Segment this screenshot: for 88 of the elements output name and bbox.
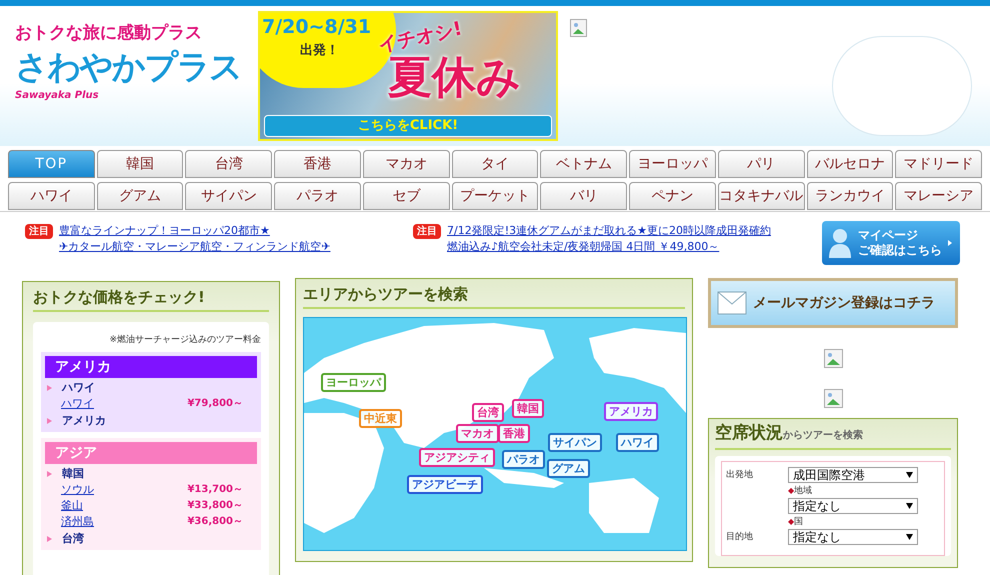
person-icon bbox=[828, 227, 852, 259]
area-label-button[interactable]: アジアシティ bbox=[419, 448, 495, 467]
price-text: ¥79,800～ bbox=[187, 396, 243, 410]
region-select[interactable]: 指定なし bbox=[788, 498, 918, 514]
area-label-button[interactable]: サイパン bbox=[548, 433, 602, 452]
note-text: ※燃油サーチャージ込みのツアー料金 bbox=[108, 334, 261, 347]
panel-subtitle: からツアーを検索 bbox=[783, 428, 863, 443]
country-name: 韓国 bbox=[62, 466, 84, 480]
notice-badge: 注目 bbox=[25, 224, 53, 239]
nav-tab[interactable]: サイパン bbox=[185, 182, 272, 210]
price-text: ¥13,700～ bbox=[187, 482, 243, 496]
broken-image-icon bbox=[824, 389, 842, 408]
notice-link[interactable]: 燃油込み♪航空会社未定/夜発朝帰国 4日間 ￥49,800～ bbox=[447, 239, 771, 255]
field-label: 出発地 bbox=[726, 470, 754, 480]
panel-title: エリアからツアーを検索 bbox=[303, 281, 685, 309]
nav-tab[interactable]: マカオ bbox=[362, 150, 450, 178]
area-label-button[interactable]: 韓国 bbox=[512, 399, 544, 418]
broken-image-icon bbox=[824, 349, 842, 368]
dropdown-arrow-icon bbox=[906, 472, 913, 478]
nav-tab[interactable]: パリ bbox=[718, 150, 805, 178]
area-label-button[interactable]: ハワイ bbox=[616, 433, 659, 452]
nav-tab[interactable]: グアム bbox=[96, 182, 184, 210]
banner-dates: 7/20~8/31 bbox=[262, 15, 372, 39]
diamond-icon: ◆ bbox=[788, 486, 794, 495]
notice-link[interactable]: 豊富なラインナップ！ヨーロッパ20都市★ bbox=[59, 223, 330, 239]
field-label: 目的地 bbox=[726, 532, 754, 542]
triangle-icon bbox=[47, 470, 52, 476]
nav-tab[interactable]: 韓国 bbox=[96, 150, 184, 178]
field-label: 国 bbox=[794, 517, 804, 527]
nav-tab[interactable]: タイ bbox=[452, 150, 538, 178]
area-label-button[interactable]: パラオ bbox=[502, 450, 545, 469]
panel-title: おトクな価格をチェック! bbox=[33, 284, 269, 312]
nav-tab[interactable]: ヨーロッパ bbox=[629, 150, 716, 178]
country-select[interactable]: 指定なし bbox=[788, 529, 918, 545]
city-link[interactable]: 済州島 bbox=[61, 514, 94, 528]
triangle-icon bbox=[948, 240, 952, 246]
country-name: ハワイ bbox=[62, 380, 95, 394]
price-text: ¥33,800～ bbox=[187, 498, 243, 512]
nav-tab[interactable]: ランカウイ bbox=[806, 182, 894, 210]
notice-badge: 注目 bbox=[413, 224, 441, 239]
notice-link[interactable]: 7/12発限定!3連休グアムがまだ取れる★更に20時以降成田発確約 bbox=[447, 223, 771, 239]
city-link[interactable]: ハワイ bbox=[61, 396, 94, 410]
broken-image-icon bbox=[570, 19, 587, 37]
dropdown-arrow-icon bbox=[906, 503, 913, 509]
triangle-icon bbox=[47, 536, 52, 542]
area-label-button[interactable]: 香港 bbox=[498, 424, 530, 443]
button-label: マイページ bbox=[858, 228, 919, 243]
price-text: ¥36,800～ bbox=[187, 514, 243, 528]
envelope-icon bbox=[717, 291, 747, 315]
notice-link[interactable]: ✈カタール航空・マレーシア航空・フィンランド航空✈ bbox=[59, 239, 330, 255]
nav-tab[interactable]: ベトナム bbox=[540, 150, 628, 178]
logo-text: さわやかプラス bbox=[15, 46, 242, 88]
mail-magazine-banner[interactable]: メールマガジン登録はコチラ bbox=[708, 278, 958, 328]
area-label-button[interactable]: アジアビーチ bbox=[407, 475, 483, 494]
diamond-icon: ◆ bbox=[788, 517, 794, 526]
nav-tab[interactable]: コタキナバル bbox=[718, 182, 805, 210]
nav-tab[interactable]: マレーシア bbox=[895, 182, 982, 210]
triangle-icon bbox=[47, 418, 52, 424]
dropdown-arrow-icon bbox=[906, 534, 913, 540]
nav-tab[interactable]: マドリード bbox=[895, 150, 982, 178]
nav-tab[interactable]: パラオ bbox=[274, 182, 361, 210]
mypage-button[interactable]: マイページ ご確認はこちら bbox=[822, 221, 960, 265]
departure-select[interactable]: 成田国際空港 bbox=[788, 467, 918, 483]
nav-tab[interactable]: バルセロナ bbox=[806, 150, 894, 178]
nav-tab[interactable]: プーケット bbox=[452, 182, 538, 210]
city-link[interactable]: ソウル bbox=[61, 482, 94, 496]
city-link[interactable]: 釜山 bbox=[61, 498, 83, 512]
panel-title: 空席状況 bbox=[715, 422, 783, 445]
nav-tab[interactable]: ハワイ bbox=[8, 182, 95, 210]
button-label: ご確認はこちら bbox=[858, 243, 942, 258]
area-label-button[interactable]: マカオ bbox=[456, 424, 499, 443]
field-label: 地域 bbox=[794, 486, 812, 496]
country-name: アメリカ bbox=[62, 414, 106, 428]
nav-tab[interactable]: 香港 bbox=[274, 150, 361, 178]
banner-departure: 出発！ bbox=[300, 42, 339, 60]
region-header: アメリカ bbox=[45, 356, 257, 378]
nav-tab[interactable]: 台湾 bbox=[185, 150, 272, 178]
nav-tab[interactable]: バリ bbox=[540, 182, 628, 210]
nav-tab[interactable]: セブ bbox=[362, 182, 450, 210]
area-label-button[interactable]: グアム bbox=[547, 459, 590, 478]
region-header: アジア bbox=[45, 442, 257, 464]
logo-subtitle: Sawayaka Plus bbox=[15, 90, 100, 102]
area-label-button[interactable]: 台湾 bbox=[472, 403, 504, 422]
nav-tab[interactable]: ペナン bbox=[629, 182, 716, 210]
country-name: 台湾 bbox=[62, 532, 84, 546]
triangle-icon bbox=[47, 384, 52, 390]
tagline: おトクな旅に感動プラス bbox=[15, 22, 203, 44]
area-label-button[interactable]: アメリカ bbox=[604, 402, 658, 421]
